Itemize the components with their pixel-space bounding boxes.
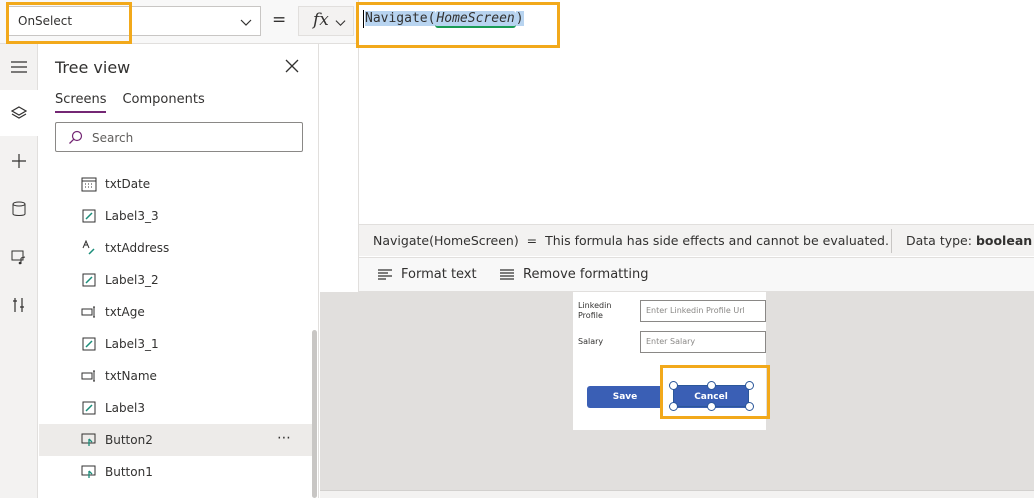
tree-item-label3-1[interactable]: Label3_1 bbox=[39, 328, 317, 360]
search-input[interactable]: Search bbox=[55, 122, 303, 152]
formula-function: Navigate( bbox=[365, 11, 436, 26]
remove-formatting-label: Remove formatting bbox=[523, 267, 649, 282]
button-icon bbox=[81, 432, 97, 448]
tree-item-button1[interactable]: Button1 bbox=[39, 456, 317, 488]
tree-item-txtdate[interactable]: txtDate bbox=[39, 168, 317, 200]
layers-icon[interactable] bbox=[0, 90, 38, 136]
linkedin-placeholder: Enter Linkedin Profile Url bbox=[646, 306, 745, 315]
text-label-icon bbox=[81, 240, 97, 256]
plus-icon[interactable] bbox=[6, 148, 32, 174]
salary-input[interactable]: Enter Salary bbox=[640, 331, 766, 353]
tree-item-label: txtAddress bbox=[105, 241, 170, 255]
tree-item-label3-2[interactable]: Label3_2 bbox=[39, 264, 317, 296]
chevron-down-icon bbox=[335, 20, 346, 27]
format-text-button[interactable]: Format text bbox=[377, 267, 477, 282]
tree-item-label: Label3_2 bbox=[105, 273, 159, 287]
tree-item-label: Label3_1 bbox=[105, 337, 159, 351]
format-toolbar: Format text Remove formatting bbox=[359, 257, 1034, 291]
resize-handle[interactable] bbox=[669, 402, 678, 411]
calendar-icon bbox=[81, 176, 97, 192]
tree-item-label: txtName bbox=[105, 369, 157, 383]
salary-label: Salary bbox=[578, 337, 604, 346]
text-input-icon bbox=[81, 304, 97, 320]
text-caret bbox=[363, 10, 364, 28]
tab-components[interactable]: Components bbox=[122, 92, 204, 113]
database-icon[interactable] bbox=[6, 196, 32, 222]
tree-item-txtaddress[interactable]: txtAddress bbox=[39, 232, 317, 264]
resize-handle[interactable] bbox=[669, 381, 678, 390]
canvas-bottom-strip bbox=[320, 490, 1034, 498]
button-icon bbox=[81, 464, 97, 480]
remove-formatting-button[interactable]: Remove formatting bbox=[499, 267, 648, 282]
chevron-down-icon bbox=[240, 19, 252, 26]
tree-item-label: Button1 bbox=[105, 465, 153, 479]
formula-result-bar: Navigate(HomeScreen) = This formula has … bbox=[359, 224, 1034, 256]
remove-formatting-icon bbox=[500, 268, 514, 280]
media-icon[interactable] bbox=[6, 244, 32, 270]
edit-label-icon bbox=[81, 208, 97, 224]
linkedin-label: Linkedin Profile bbox=[578, 301, 612, 320]
edit-label-icon bbox=[81, 336, 97, 352]
tree-item-label3-3[interactable]: Label3_3 bbox=[39, 200, 317, 232]
tree-item-label: Label3_3 bbox=[105, 209, 159, 223]
tree-item-label: Label3 bbox=[105, 401, 146, 415]
tree-item-label: txtAge bbox=[105, 305, 145, 319]
search-placeholder: Search bbox=[92, 131, 134, 145]
fx-button[interactable]: fx bbox=[298, 6, 354, 36]
tree-tabs: Screens Components bbox=[55, 92, 205, 113]
text-input-icon bbox=[81, 368, 97, 384]
formula-close: ) bbox=[515, 11, 524, 26]
data-type-value: boolean bbox=[975, 233, 1033, 248]
formula-result-text: Navigate(HomeScreen) = This formula has … bbox=[373, 233, 889, 248]
linkedin-input[interactable]: Enter Linkedin Profile Url bbox=[640, 300, 766, 322]
salary-placeholder: Enter Salary bbox=[646, 337, 696, 346]
fx-icon: fx bbox=[313, 10, 329, 30]
property-value: OnSelect bbox=[18, 14, 73, 28]
tab-screens[interactable]: Screens bbox=[55, 92, 107, 113]
divider bbox=[891, 229, 892, 253]
formula-editor[interactable]: Navigate(HomeScreen) Navigate(HomeScreen… bbox=[358, 0, 1034, 292]
menu-icon[interactable] bbox=[6, 54, 32, 80]
format-text-icon bbox=[378, 268, 392, 280]
resize-handle[interactable] bbox=[707, 381, 716, 390]
resize-handle[interactable] bbox=[745, 381, 754, 390]
left-rail bbox=[0, 44, 38, 498]
close-icon[interactable] bbox=[284, 58, 300, 74]
equals-sign: = bbox=[272, 10, 287, 30]
edit-label-icon bbox=[81, 272, 97, 288]
save-button[interactable]: Save bbox=[587, 386, 663, 408]
formula-param: HomeScreen bbox=[435, 11, 516, 28]
tree-scrollbar[interactable] bbox=[312, 330, 317, 498]
tree-item-txtage[interactable]: txtAge bbox=[39, 296, 317, 328]
property-dropdown[interactable]: OnSelect bbox=[8, 6, 261, 36]
resize-handle[interactable] bbox=[707, 402, 716, 411]
tree-view-panel: Tree view Screens Components Search txtD… bbox=[39, 44, 319, 498]
data-type: Data type: boolean bbox=[906, 233, 1033, 248]
edit-label-icon bbox=[81, 400, 97, 416]
tree-view-title: Tree view bbox=[55, 58, 131, 77]
tree-item-txtname[interactable]: txtName bbox=[39, 360, 317, 392]
format-text-label: Format text bbox=[401, 267, 477, 282]
tree-list: txtDate Label3_3 txtAddress Label3_2 txt… bbox=[39, 168, 317, 488]
tree-item-label: txtDate bbox=[105, 177, 151, 191]
tree-item-label3[interactable]: Label3 bbox=[39, 392, 317, 424]
resize-handle[interactable] bbox=[745, 402, 754, 411]
search-icon bbox=[69, 130, 83, 144]
power-apps-studio: OnSelect = fx Navigate(HomeScreen) Navig… bbox=[0, 0, 1034, 498]
tree-item-button2[interactable]: Button2 ⋯ bbox=[39, 424, 317, 456]
tools-icon[interactable] bbox=[6, 292, 32, 318]
more-options-icon[interactable]: ⋯ bbox=[277, 430, 292, 446]
tree-item-label: Button2 bbox=[105, 433, 153, 447]
formula-text[interactable]: Navigate(HomeScreen) bbox=[365, 11, 524, 28]
